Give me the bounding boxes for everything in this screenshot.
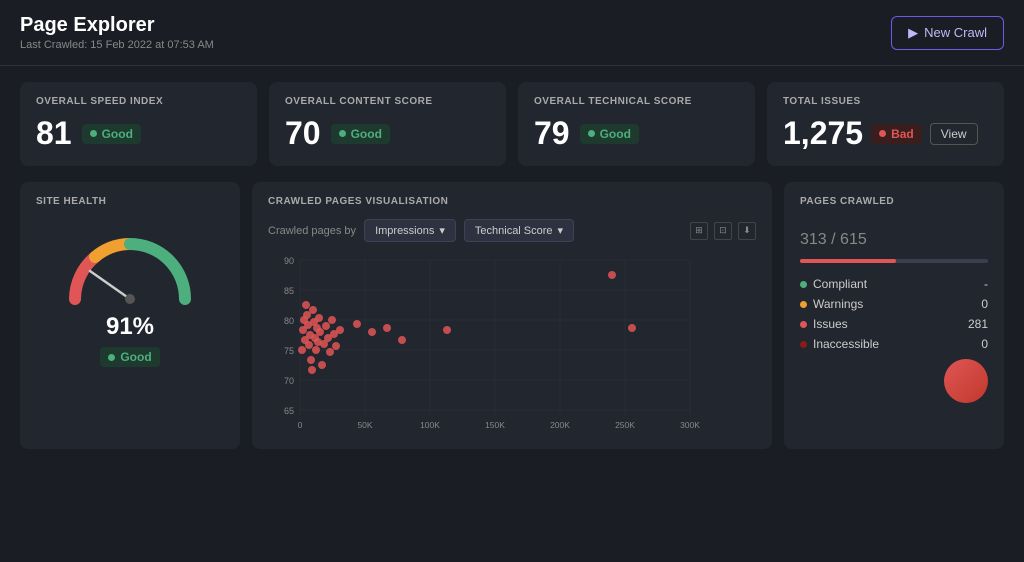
issues-badge-label: Bad bbox=[891, 127, 914, 141]
chart-icon-grid[interactable]: ⊡ bbox=[714, 222, 732, 240]
total-issues-value: 1,275 bbox=[783, 115, 863, 152]
technical-badge-label: Good bbox=[600, 127, 631, 141]
score-cards-row: OVERALL SPEED INDEX 81 Good OVERALL CONT… bbox=[0, 66, 1024, 182]
chart-icon-expand[interactable]: ⊞ bbox=[690, 222, 708, 240]
total-issues-row: 1,275 Bad View bbox=[783, 115, 988, 152]
inaccessible-value: 0 bbox=[981, 337, 988, 351]
pages-crawled-label: PAGES CRAWLED bbox=[800, 196, 988, 207]
site-health-label: SITE HEALTH bbox=[36, 196, 224, 207]
total-issues-label: TOTAL ISSUES bbox=[783, 96, 988, 107]
technical-score-value-row: 79 Good bbox=[534, 115, 739, 152]
svg-text:80: 80 bbox=[284, 316, 294, 326]
dropdown2-chevron-icon: ▾ bbox=[558, 224, 564, 237]
technical-score-label: OVERALL TECHNICAL SCORE bbox=[534, 96, 739, 107]
svg-text:200K: 200K bbox=[550, 420, 570, 430]
avatar bbox=[944, 359, 988, 403]
bottom-panels: SITE HEALTH 91% Good CRAWL bbox=[0, 182, 1024, 465]
crawled-total: 615 bbox=[840, 231, 867, 248]
issues-dot bbox=[879, 130, 886, 137]
speed-badge-label: Good bbox=[102, 127, 133, 141]
crawled-separator: / bbox=[827, 231, 840, 248]
compliant-value: - bbox=[984, 277, 988, 291]
svg-text:250K: 250K bbox=[615, 420, 635, 430]
play-icon: ▶ bbox=[908, 25, 918, 41]
header-left: Page Explorer Last Crawled: 15 Feb 2022 … bbox=[20, 14, 214, 51]
svg-text:50K: 50K bbox=[357, 420, 372, 430]
site-health-panel: SITE HEALTH 91% Good bbox=[20, 182, 240, 449]
gauge-container: 91% Good bbox=[36, 219, 224, 367]
technical-score-card: OVERALL TECHNICAL SCORE 79 Good bbox=[518, 82, 755, 166]
speed-index-value: 81 bbox=[36, 115, 72, 152]
content-dot bbox=[339, 130, 346, 137]
last-crawled-label: Last Crawled: 15 Feb 2022 at 07:53 AM bbox=[20, 39, 214, 51]
compliant-label: Compliant bbox=[813, 277, 867, 291]
progress-bar bbox=[800, 259, 988, 263]
svg-text:100K: 100K bbox=[420, 420, 440, 430]
gauge-svg bbox=[60, 219, 200, 309]
svg-text:Impressions: Impressions bbox=[471, 434, 520, 435]
content-score-value-row: 70 Good bbox=[285, 115, 490, 152]
warnings-value: 0 bbox=[981, 297, 988, 311]
issues-value: 281 bbox=[968, 317, 988, 331]
svg-text:150K: 150K bbox=[485, 420, 505, 430]
stat-issues: Issues 281 bbox=[800, 317, 988, 331]
stat-compliant: Compliant - bbox=[800, 277, 988, 291]
gauge-badge-label: Good bbox=[120, 350, 151, 364]
content-score-badge: Good bbox=[331, 124, 390, 144]
view-issues-button[interactable]: View bbox=[930, 123, 978, 145]
impressions-label: Impressions bbox=[375, 225, 434, 237]
speed-index-label: OVERALL SPEED INDEX bbox=[36, 96, 241, 107]
speed-dot bbox=[90, 130, 97, 137]
crawled-viz-label: CRAWLED PAGES VISUALISATION bbox=[268, 196, 756, 207]
technical-dot bbox=[588, 130, 595, 137]
content-score-card: OVERALL CONTENT SCORE 70 Good bbox=[269, 82, 506, 166]
progress-bar-fill bbox=[800, 259, 896, 263]
crawled-count: 313 bbox=[800, 231, 827, 248]
gauge-percentage: 91% bbox=[106, 313, 154, 341]
speed-index-badge: Good bbox=[82, 124, 141, 144]
content-score-value: 70 bbox=[285, 115, 321, 152]
svg-text:65: 65 bbox=[284, 406, 294, 416]
pages-crawled-value: 313 / 615 bbox=[800, 219, 988, 251]
speed-index-value-row: 81 Good bbox=[36, 115, 241, 152]
dropdown1-chevron-icon: ▾ bbox=[439, 224, 445, 237]
issues-dot-stat bbox=[800, 321, 807, 328]
gauge-badge: Good bbox=[100, 347, 159, 367]
crawled-by-label: Crawled pages by bbox=[268, 225, 356, 237]
svg-text:0: 0 bbox=[298, 420, 303, 430]
svg-text:75: 75 bbox=[284, 346, 294, 356]
header: Page Explorer Last Crawled: 15 Feb 2022 … bbox=[0, 0, 1024, 66]
chart-icon-download[interactable]: ⬇ bbox=[738, 222, 756, 240]
chart-icons: ⊞ ⊡ ⬇ bbox=[690, 222, 756, 240]
technical-score-dropdown[interactable]: Technical Score ▾ bbox=[464, 219, 574, 242]
technical-score-value: 79 bbox=[534, 115, 570, 152]
content-badge-label: Good bbox=[351, 127, 382, 141]
issues-label: Issues bbox=[813, 317, 848, 331]
stat-inaccessible: Inaccessible 0 bbox=[800, 337, 988, 351]
technical-score-badge: Good bbox=[580, 124, 639, 144]
total-issues-badge: Bad bbox=[871, 124, 922, 144]
svg-text:85: 85 bbox=[284, 286, 294, 296]
warnings-dot bbox=[800, 301, 807, 308]
svg-text:300K: 300K bbox=[680, 420, 700, 430]
technical-score-dropdown-label: Technical Score bbox=[475, 225, 553, 237]
new-crawl-button[interactable]: ▶ New Crawl bbox=[891, 16, 1004, 50]
inaccessible-dot bbox=[800, 341, 807, 348]
compliant-dot bbox=[800, 281, 807, 288]
stat-warnings: Warnings 0 bbox=[800, 297, 988, 311]
svg-text:70: 70 bbox=[284, 376, 294, 386]
content-score-label: OVERALL CONTENT SCORE bbox=[285, 96, 490, 107]
warnings-label: Warnings bbox=[813, 297, 863, 311]
gauge-dot bbox=[108, 354, 115, 361]
scatter-chart: 90 85 80 75 70 65 0 50K 100K 15 bbox=[268, 250, 756, 435]
impressions-dropdown[interactable]: Impressions ▾ bbox=[364, 219, 456, 242]
page-title: Page Explorer bbox=[20, 14, 214, 37]
crawled-pages-panel: CRAWLED PAGES VISUALISATION Crawled page… bbox=[252, 182, 772, 449]
pages-crawled-panel: PAGES CRAWLED 313 / 615 Compliant - Warn… bbox=[784, 182, 1004, 449]
new-crawl-label: New Crawl bbox=[924, 25, 987, 40]
speed-index-card: OVERALL SPEED INDEX 81 Good bbox=[20, 82, 257, 166]
total-issues-card: TOTAL ISSUES 1,275 Bad View bbox=[767, 82, 1004, 166]
inaccessible-label: Inaccessible bbox=[813, 337, 879, 351]
svg-text:90: 90 bbox=[284, 256, 294, 266]
